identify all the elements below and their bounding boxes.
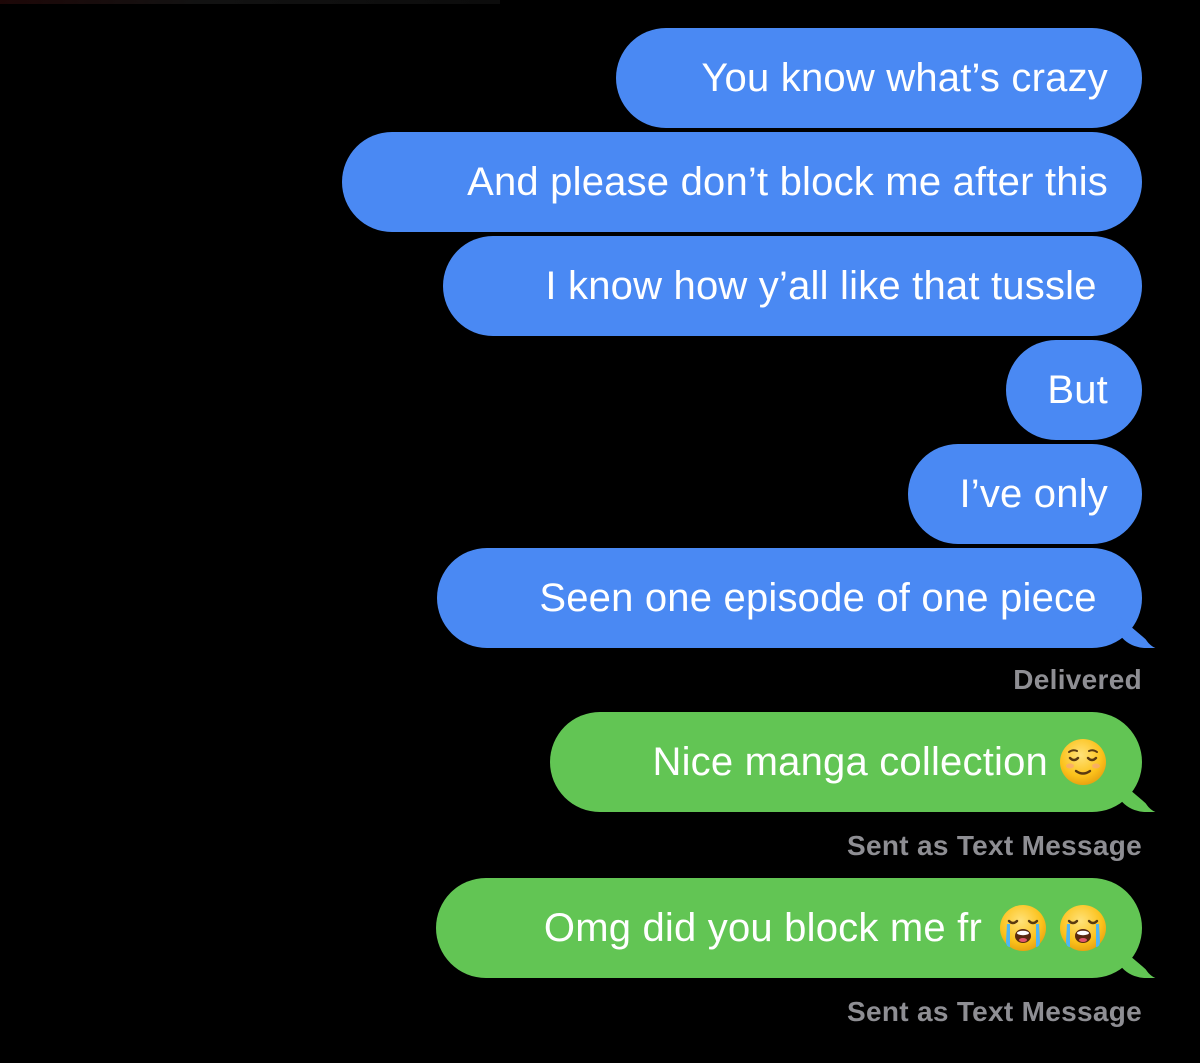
relieved-face-icon (1058, 737, 1108, 787)
message-bubble-sms[interactable]: Omg did you block me fr (436, 878, 1176, 980)
message-text: You know what’s crazy (701, 55, 1108, 100)
message-bubble-sms[interactable]: Nice manga collection (550, 712, 1176, 814)
delivered-status: Delivered (1013, 664, 1142, 695)
message-text: Seen one episode of one piece (539, 575, 1108, 620)
message-text: Omg did you block me fr (543, 905, 982, 950)
sent-as-text-status: Sent as Text Message (847, 830, 1142, 861)
message-bubble-outgoing[interactable]: I know how y’all like that tussle (443, 236, 1142, 336)
message-text: And please don’t block me after this (467, 159, 1108, 204)
message-bubble-outgoing[interactable]: You know what’s crazy (616, 28, 1142, 128)
message-text: Nice manga collection (652, 739, 1048, 784)
message-bubble-outgoing[interactable]: Seen one episode of one piece (437, 548, 1176, 650)
message-text: I know how y’all like that tussle (545, 263, 1108, 308)
message-bubble-outgoing[interactable]: And please don’t block me after this (342, 132, 1142, 232)
message-text: But (1047, 367, 1108, 412)
message-thread[interactable]: You know what’s crazy And please don’t b… (0, 0, 1200, 1063)
message-bubble-outgoing[interactable]: But (1006, 340, 1142, 440)
loudly-crying-face-icon (1058, 903, 1108, 953)
message-text: I’ve only (959, 471, 1108, 516)
sent-as-text-status: Sent as Text Message (847, 996, 1142, 1027)
message-bubble-outgoing[interactable]: I’ve only (908, 444, 1142, 544)
loudly-crying-face-icon (998, 903, 1048, 953)
